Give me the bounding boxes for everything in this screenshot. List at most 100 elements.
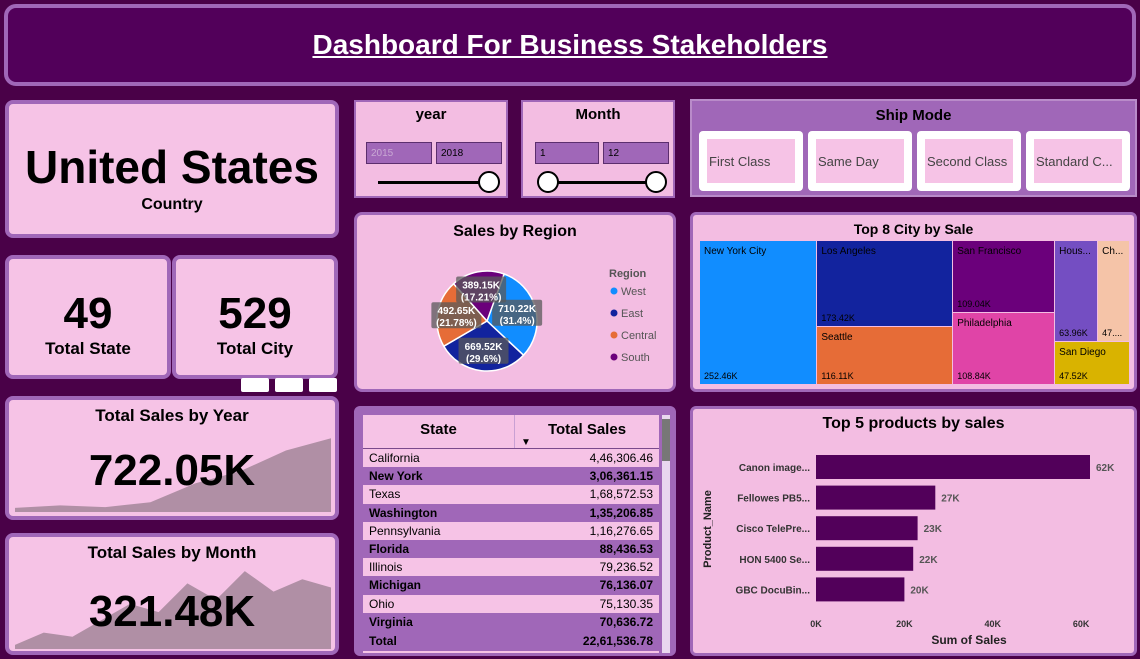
bar-data-label: 23K [924, 524, 943, 535]
month-slider-max-handle[interactable] [645, 171, 667, 193]
treemap-cell-new-york-city[interactable]: New York City 252.46K [700, 241, 817, 384]
treemap-cell-value: 108.84K [957, 371, 991, 381]
table-row[interactable]: Illinois 79,236.52 [363, 558, 659, 577]
state-cell: Texas [369, 487, 401, 502]
ship-mode-second-class-button[interactable]: Second Class [917, 131, 1021, 191]
sales-by-year-card: Total Sales by Year 722.05K [5, 396, 339, 520]
table-scrollbar-thumb[interactable] [662, 419, 670, 461]
pie-label-text: 492.65K [437, 306, 476, 317]
column-header-total-sales-label: Total Sales [547, 421, 627, 438]
month-min-input[interactable]: 1 [535, 142, 599, 164]
country-value: United States [25, 141, 319, 193]
sales-by-month-card: Total Sales by Month 321.48K [5, 533, 339, 655]
treemap-cell-value: 47.52K [1059, 370, 1088, 381]
ship-mode-first-class-button[interactable]: First Class [699, 131, 803, 191]
treemap-cell-philadelphia[interactable]: Philadelphia 108.84K [953, 313, 1055, 384]
sales-by-month-value: 321.48K [88, 587, 256, 636]
legend-item-east: East [621, 308, 643, 320]
top-cities-title: Top 8 City by Sale [853, 221, 974, 237]
year-slider-track[interactable] [378, 181, 490, 184]
treemap-cell-value: 63.96K [1059, 327, 1088, 338]
column-header-total-sales[interactable]: Total Sales ▼ [515, 415, 659, 448]
sales-by-region-card: Sales by Region 710.22K (31.4%) 669.52K (29… [354, 212, 676, 392]
year-slider-max-handle[interactable] [478, 171, 500, 193]
table-total-row: Total 22,61,536.78 [363, 630, 659, 651]
legend-marker [610, 287, 618, 295]
year-min-input[interactable]: 2015 [366, 142, 432, 164]
table-row[interactable]: Texas 1,68,572.53 [363, 485, 659, 504]
country-label: Country [141, 196, 203, 213]
state-table-body: California 4,46,306.46 New York 3,06,361.15… [363, 449, 659, 631]
focus-mode-icon[interactable] [275, 378, 303, 392]
pie-data-label: 710.22K(31.4%) [492, 299, 543, 327]
ship-mode-standard-class-button[interactable]: Standard C... [1026, 131, 1130, 191]
total-city-card: 529 Total City [172, 255, 338, 379]
pie-label-text: (17.21%) [461, 293, 502, 304]
treemap-cell-value: 116.11K [821, 370, 854, 381]
total-city-label: Total City [216, 339, 294, 358]
table-row[interactable]: Pennsylvania 1,16,276.65 [363, 521, 659, 540]
table-row[interactable]: Ohio 75,130.35 [363, 594, 659, 613]
legend-marker [610, 353, 618, 361]
treemap-cell-san-diego[interactable]: San Diego 47.52K [1055, 341, 1129, 384]
table-row[interactable]: Virginia 70,636.72 [363, 612, 659, 631]
month-max-input[interactable]: 12 [603, 142, 669, 164]
bar-category-label: Canon image... [739, 463, 810, 474]
bar-category-label: Cisco TelePre... [736, 524, 810, 535]
treemap-cell-hous-[interactable]: Hous... 63.96K [1055, 241, 1098, 341]
table-row[interactable]: Florida 88,436.53 [363, 539, 659, 559]
bar-data-label: 62K [1096, 463, 1115, 474]
bar-4 [816, 546, 914, 571]
treemap-cell-label: Los Angeles [821, 246, 876, 257]
sales-cell: 3,06,361.15 [589, 469, 653, 484]
sales-by-region-pie: 710.22K(31.4%) 669.52K(29.6%) 492.65K(21.7… [431, 268, 656, 372]
top-products-card: Top 5 products by sales Canon image... 62… [690, 406, 1137, 656]
header-banner: Dashboard For Business Stakeholders [4, 4, 1136, 86]
treemap-cell-seattle[interactable]: Seattle 116.11K [817, 327, 953, 384]
pie-label-text: (21.78%) [436, 318, 477, 329]
table-row[interactable]: New York 3,06,361.15 [363, 467, 659, 486]
table-row[interactable]: Michigan 76,136.07 [363, 576, 659, 595]
state-cell: Washington [369, 505, 438, 520]
column-header-state[interactable]: State [363, 415, 515, 448]
ship-mode-title: Ship Mode [875, 107, 952, 124]
more-options-icon[interactable] [309, 378, 337, 392]
treemap-cell-san-francisco[interactable]: San Francisco 109.04K [953, 241, 1055, 312]
treemap-cell-ch-[interactable]: Ch... 47.... [1098, 241, 1129, 341]
pie-label-text: (29.6%) [466, 354, 501, 365]
treemap-cell-label: Seattle [821, 332, 853, 344]
state-cell: Michigan [369, 578, 422, 593]
ship-mode-same-day-button[interactable]: Same Day [808, 131, 912, 191]
table-row[interactable]: California 4,46,306.46 [363, 449, 659, 468]
treemap-cell-los-angeles[interactable]: Los Angeles 173.42K [817, 241, 953, 327]
x-tick-label: 60K [1073, 619, 1090, 629]
state-cell: Florida [369, 542, 410, 557]
legend-marker [610, 331, 618, 339]
state-cell: Illinois [369, 560, 403, 575]
top-cities-treemap: New York City 252.46K Los Angeles 173.42K Sa… [700, 241, 1130, 385]
sales-cell: 75,130.35 [599, 596, 653, 611]
legend-item-west: West [621, 286, 646, 298]
month-slicer-title: Month [575, 106, 621, 123]
pie-data-label: 669.52K(29.6%) [458, 337, 509, 365]
filter-icon[interactable] [241, 378, 269, 392]
pie-data-label: 389.15K(17.21%) [456, 276, 507, 304]
month-slider-min-handle[interactable] [537, 171, 559, 193]
sales-cell: 1,16,276.65 [589, 523, 653, 538]
ship-mode-option-label: Second Class [925, 139, 1013, 183]
total-state-value: 49 [63, 289, 113, 338]
month-slider-track[interactable] [547, 181, 657, 184]
x-axis-title: Sum of Sales [931, 633, 1007, 647]
bar-1 [816, 455, 1090, 479]
table-scrollbar[interactable] [662, 415, 670, 653]
treemap-cell-value: 109.04K [957, 299, 991, 309]
sales-cell: 1,68,572.53 [589, 487, 653, 502]
bar-category-label: Fellowes PB5... [737, 494, 810, 505]
year-slicer: year 2015 2018 [354, 100, 508, 198]
table-row[interactable]: Washington 1,35,206.85 [363, 503, 659, 522]
bar-5 [816, 577, 905, 602]
year-max-input[interactable]: 2018 [436, 142, 502, 164]
bar-3 [816, 516, 918, 541]
year-slicer-title: year [415, 106, 447, 123]
legend-item-south: South [621, 352, 650, 364]
